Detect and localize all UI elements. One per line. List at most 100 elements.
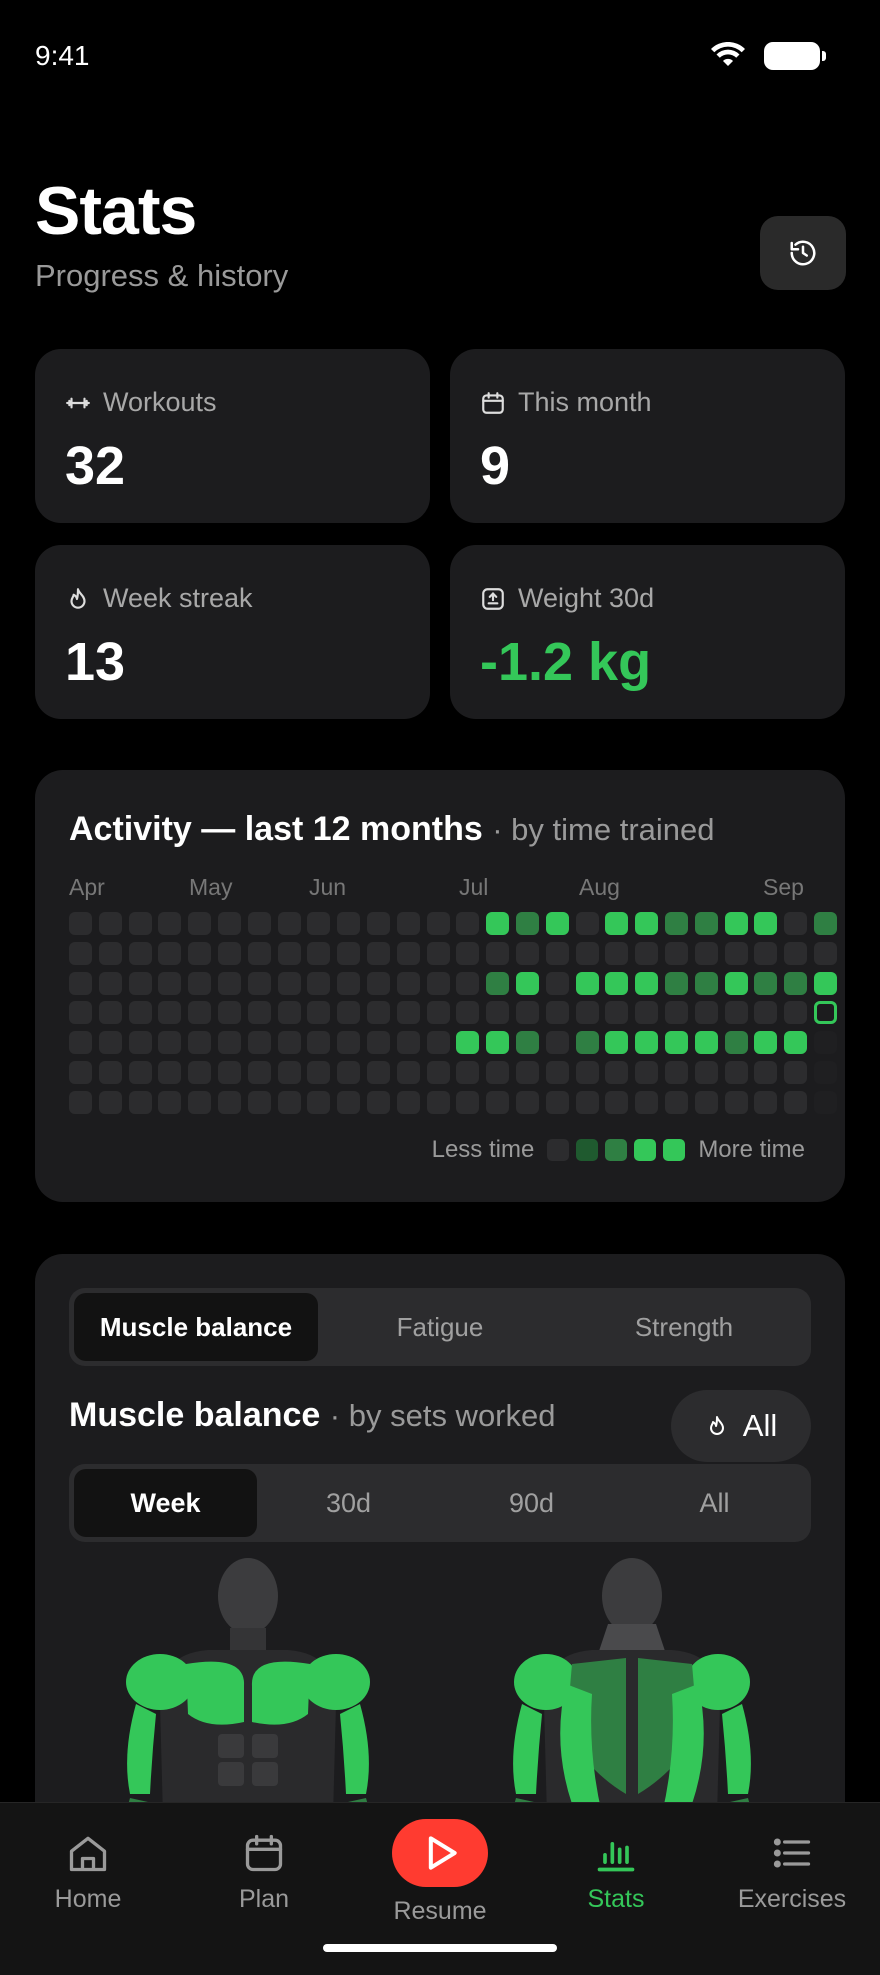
heatmap-legend: Less time More time xyxy=(426,1136,811,1164)
muscle-subtitle: · by sets worked xyxy=(329,1398,556,1433)
stat-card-week-streak: Week streak 13 xyxy=(35,545,430,719)
resume-button[interactable] xyxy=(392,1819,488,1887)
heatmap-cell xyxy=(218,1031,241,1055)
tab-muscle-balance[interactable]: Muscle balance xyxy=(74,1293,318,1361)
heatmap-cell xyxy=(486,1061,510,1084)
heatmap-cell xyxy=(456,941,480,965)
heatmap-cell xyxy=(635,912,659,935)
heatmap-cell xyxy=(69,912,92,935)
heatmap-cell xyxy=(426,1031,450,1055)
heatmap-cell xyxy=(128,1061,152,1084)
heatmap-cell xyxy=(754,1090,778,1114)
heatmap-cell xyxy=(814,1090,837,1114)
heatmap-cell xyxy=(724,912,748,935)
nav-label: Stats xyxy=(587,1885,645,1913)
heatmap-cell xyxy=(605,1090,629,1114)
heatmap-cell xyxy=(69,971,92,995)
heatmap-cell xyxy=(396,1001,420,1025)
list-icon xyxy=(773,1838,811,1868)
heatmap-cell xyxy=(98,1061,122,1084)
stat-label: Workouts xyxy=(103,387,217,417)
heatmap-cell xyxy=(635,1031,659,1055)
heatmap-cell xyxy=(396,912,420,935)
month-label: Sep xyxy=(763,874,804,900)
heatmap-cell xyxy=(188,1001,212,1025)
heatmap-cell xyxy=(188,1090,212,1114)
heatmap-cell xyxy=(724,941,748,965)
heatmap-cell xyxy=(188,941,212,965)
heatmap-cell xyxy=(128,971,152,995)
heatmap-cell xyxy=(575,1001,599,1025)
month-label: Aug xyxy=(579,874,620,900)
heatmap-cell xyxy=(337,1001,361,1025)
heatmap-cell xyxy=(754,912,778,935)
heatmap-cell xyxy=(337,1031,361,1055)
history-icon xyxy=(790,240,816,266)
range-all[interactable]: All xyxy=(623,1469,806,1537)
home-icon xyxy=(69,1836,107,1872)
stat-card-weight: Weight 30d -1.2 kg xyxy=(450,545,845,719)
heatmap-cell xyxy=(307,1001,331,1025)
nav-stats[interactable]: Stats xyxy=(528,1831,704,1914)
heatmap-cell xyxy=(784,941,808,965)
heatmap-cell xyxy=(277,1061,301,1084)
stat-value-weight: -1.2 kg xyxy=(480,632,652,692)
range-tabs: Week 30d 90d All xyxy=(69,1464,811,1542)
activity-subtitle: · by time trained xyxy=(492,812,715,847)
heatmap-cell xyxy=(665,941,688,965)
heatmap-cell xyxy=(396,1061,420,1084)
heatmap-cell xyxy=(98,1031,122,1055)
metric-tabs: Muscle balance Fatigue Strength xyxy=(69,1288,811,1366)
range-30d[interactable]: 30d xyxy=(257,1469,440,1537)
heatmap-cell xyxy=(814,912,837,935)
status-time: 9:41 xyxy=(35,40,90,71)
heatmap-cell xyxy=(456,1061,480,1084)
heatmap-cell xyxy=(545,1001,569,1025)
stat-label: Week streak xyxy=(103,583,253,613)
heatmap-cell xyxy=(575,1061,599,1084)
heatmap-cell xyxy=(665,912,688,935)
heatmap-cell xyxy=(218,1061,241,1084)
heatmap-cell xyxy=(635,1061,659,1084)
tab-fatigue[interactable]: Fatigue xyxy=(318,1293,562,1361)
nav-resume[interactable]: Resume xyxy=(352,1819,528,1926)
muscle-filter-chip[interactable]: All xyxy=(671,1390,811,1462)
heatmap-cell xyxy=(98,941,122,965)
tab-strength[interactable]: Strength xyxy=(562,1293,806,1361)
heatmap-cell xyxy=(247,941,271,965)
heatmap-cell xyxy=(247,1031,271,1055)
heatmap-cell xyxy=(128,1090,152,1114)
nav-exercises[interactable]: Exercises xyxy=(704,1831,880,1914)
heatmap-cell xyxy=(396,1031,420,1055)
nav-plan[interactable]: Plan xyxy=(176,1831,352,1914)
stat-label: This month xyxy=(518,387,652,417)
heatmap-cell xyxy=(247,971,271,995)
wifi-icon xyxy=(711,42,745,66)
legend-swatch xyxy=(634,1139,657,1161)
status-icons xyxy=(710,42,826,70)
heatmap-cell xyxy=(516,1061,539,1084)
heatmap-cell xyxy=(486,1001,510,1025)
nav-home[interactable]: Home xyxy=(0,1831,176,1914)
history-button[interactable] xyxy=(760,216,846,290)
dumbbell-icon xyxy=(66,397,90,408)
heatmap-cell xyxy=(814,971,837,995)
nav-label: Exercises xyxy=(737,1885,847,1913)
heatmap-cell xyxy=(277,1090,301,1114)
range-week[interactable]: Week xyxy=(74,1469,257,1537)
heatmap-cell xyxy=(635,941,659,965)
heatmap-cell xyxy=(814,1061,837,1084)
heatmap-cell xyxy=(307,941,331,965)
heatmap-cell xyxy=(575,1031,599,1055)
range-90d[interactable]: 90d xyxy=(440,1469,623,1537)
heatmap-cell xyxy=(486,1090,510,1114)
heatmap-cell xyxy=(337,971,361,995)
heatmap-cell xyxy=(98,1090,122,1114)
heatmap-cell xyxy=(396,1090,420,1114)
battery-icon xyxy=(764,42,826,70)
heatmap-cell xyxy=(188,912,212,935)
heatmap-cell xyxy=(128,941,152,965)
heatmap-cell xyxy=(724,971,748,995)
heatmap-cell xyxy=(307,912,331,935)
heatmap-cell xyxy=(694,1031,718,1055)
